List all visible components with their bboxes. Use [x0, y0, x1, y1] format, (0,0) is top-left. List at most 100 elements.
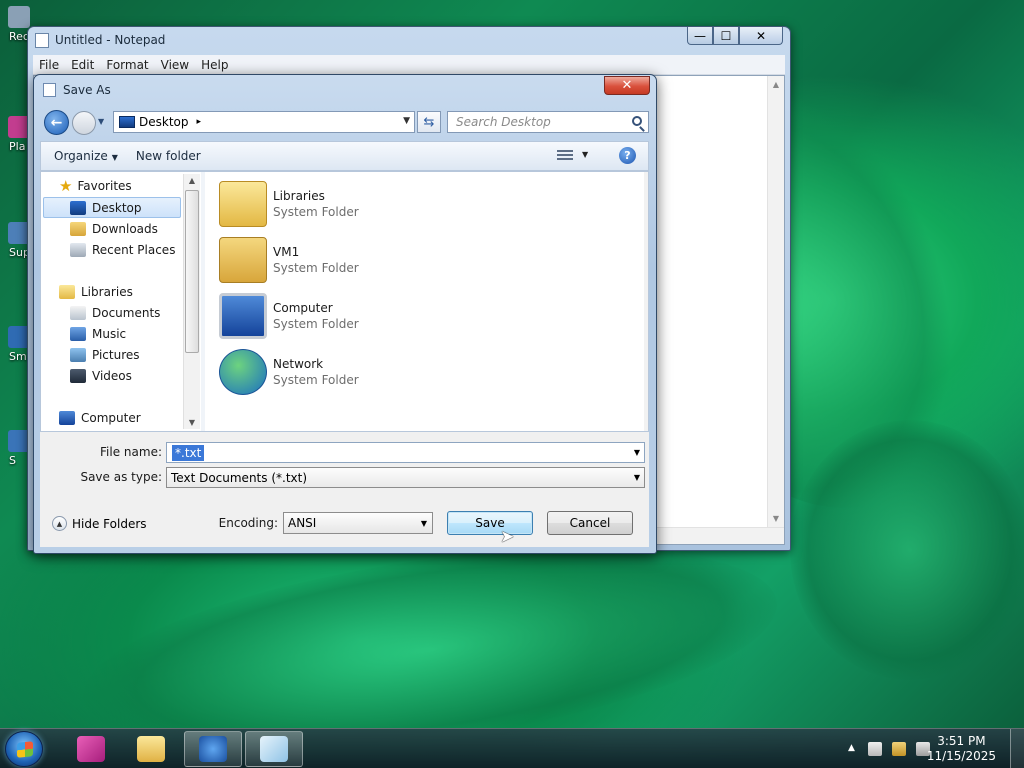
address-dropdown-icon[interactable]: ▼: [403, 116, 410, 126]
downloads-folder-icon: [70, 221, 86, 236]
file-list-scrollbar[interactable]: [644, 172, 648, 431]
nav-item-downloads[interactable]: Downloads: [70, 218, 158, 239]
scroll-up-icon[interactable]: ▲: [768, 80, 784, 89]
nav-item-pictures[interactable]: Pictures: [70, 344, 140, 365]
scroll-up-icon[interactable]: ▲: [184, 176, 200, 185]
search-box[interactable]: [447, 111, 649, 133]
hide-folders-button[interactable]: ▲ Hide Folders: [52, 516, 147, 531]
minimize-button[interactable]: —: [687, 27, 713, 45]
recycle-bin-icon: [8, 6, 30, 28]
navigation-pane: ★ Favorites Desktop Downloads Recent Plac…: [41, 172, 201, 431]
show-hidden-icons[interactable]: ▲: [848, 743, 855, 753]
desktop-icon-recycle-bin[interactable]: Rec: [0, 6, 30, 43]
breadcrumb-arrow-icon[interactable]: ▸: [197, 117, 202, 127]
encoding-label: Encoding:: [218, 516, 278, 530]
desktop-location-icon: [119, 116, 135, 128]
save-as-type-label: Save as type:: [80, 470, 162, 484]
menu-help[interactable]: Help: [195, 58, 234, 72]
menu-file[interactable]: File: [33, 58, 65, 72]
help-icon[interactable]: ?: [619, 147, 636, 164]
back-button[interactable]: ←: [44, 110, 69, 135]
file-item-computer[interactable]: Computer System Folder: [219, 290, 359, 342]
scrollbar-thumb[interactable]: [185, 190, 199, 353]
new-folder-button[interactable]: New folder: [127, 149, 210, 163]
desktop-icon-4[interactable]: Sm: [0, 326, 30, 363]
address-location[interactable]: Desktop: [139, 115, 189, 129]
file-item-network[interactable]: Network System Folder: [219, 346, 359, 398]
taskbar-notepad[interactable]: [245, 731, 303, 767]
computer-icon: [59, 410, 75, 425]
collapse-icon: ▲: [52, 516, 67, 531]
file-name-value[interactable]: *.txt: [172, 445, 205, 461]
nav-computer[interactable]: Computer: [59, 407, 141, 428]
desktop-icon-5[interactable]: S: [0, 430, 30, 467]
save-as-dialog: Save As ✕ ← ▼ Desktop ▸ ▼ ⇆ Organize▼ Ne…: [33, 74, 657, 554]
clock[interactable]: 3:51 PM 11/15/2025: [927, 734, 996, 764]
desktop-icon-2[interactable]: Pla: [0, 116, 30, 153]
taskbar: ▲ 3:51 PM 11/15/2025: [0, 728, 1024, 768]
save-button[interactable]: Save: [447, 511, 533, 535]
taskbar-app-1[interactable]: [62, 731, 120, 767]
menu-format[interactable]: Format: [100, 58, 154, 72]
search-input[interactable]: [448, 112, 618, 132]
recent-pages-dropdown[interactable]: ▼: [98, 117, 104, 126]
pane-splitter[interactable]: [201, 172, 205, 431]
change-view-icon[interactable]: [557, 150, 573, 162]
scroll-down-icon[interactable]: ▼: [184, 418, 200, 427]
search-icon[interactable]: [632, 116, 642, 126]
menu-edit[interactable]: Edit: [65, 58, 100, 72]
encoding-value: ANSI: [288, 516, 317, 530]
recent-places-icon: [70, 242, 86, 257]
start-button[interactable]: [5, 731, 43, 767]
scroll-down-icon[interactable]: ▼: [768, 514, 784, 523]
nav-item-documents[interactable]: Documents: [70, 302, 160, 323]
notepad-menu-bar: File Edit Format View Help: [33, 55, 785, 75]
browser-panes: ★ Favorites Desktop Downloads Recent Plac…: [40, 171, 649, 432]
nav-libraries[interactable]: Libraries: [59, 281, 133, 302]
chevron-down-icon[interactable]: ▼: [634, 473, 640, 482]
vertical-scrollbar[interactable]: ▲ ▼: [767, 76, 784, 527]
forward-button[interactable]: [72, 111, 96, 135]
network-icon: [219, 349, 267, 395]
show-desktop-button[interactable]: [1010, 729, 1024, 768]
back-arrow-icon: ←: [50, 114, 63, 131]
refresh-button[interactable]: ⇆: [417, 111, 441, 133]
file-item-libraries[interactable]: Libraries System Folder: [219, 178, 359, 230]
cancel-button[interactable]: Cancel: [547, 511, 633, 535]
network-icon[interactable]: [892, 742, 906, 756]
folder-icon: [137, 736, 165, 762]
file-name-input[interactable]: *.txt ▼: [166, 442, 645, 463]
address-bar[interactable]: Desktop ▸ ▼: [113, 111, 415, 133]
mouse-cursor-icon: ➤: [500, 527, 515, 547]
nav-item-music[interactable]: Music: [70, 323, 126, 344]
navigation-scrollbar[interactable]: ▲ ▼: [183, 174, 200, 429]
menu-view[interactable]: View: [155, 58, 195, 72]
taskbar-explorer[interactable]: [122, 731, 180, 767]
user-folder-icon: [219, 237, 267, 283]
file-item-vm1[interactable]: VM1 System Folder: [219, 234, 359, 286]
save-as-type-select[interactable]: Text Documents (*.txt) ▼: [166, 467, 645, 488]
close-button[interactable]: ✕: [739, 27, 783, 45]
action-center-icon[interactable]: [868, 742, 882, 756]
nav-favorites[interactable]: ★ Favorites: [59, 175, 132, 196]
nav-item-videos[interactable]: Videos: [70, 365, 132, 386]
command-bar: Organize ▼ New folder ▼ ?: [40, 141, 649, 171]
encoding-select[interactable]: ANSI ▼: [283, 512, 433, 534]
desktop-icon: [70, 200, 86, 215]
desktop-icon-3[interactable]: Sup: [0, 222, 30, 259]
maximize-button[interactable]: ☐: [713, 27, 739, 45]
organize-button[interactable]: Organize ▼: [41, 149, 127, 163]
save-options-area: File name: *.txt ▼ Save as type: Text Do…: [40, 432, 649, 547]
dialog-close-button[interactable]: ✕: [604, 76, 650, 95]
videos-icon: [70, 368, 86, 383]
nav-item-recent-places[interactable]: Recent Places: [70, 239, 175, 260]
computer-icon: [219, 293, 267, 339]
chevron-down-icon[interactable]: ▼: [634, 448, 640, 457]
window-controls: — ☐ ✕: [687, 27, 783, 45]
taskbar-app-3[interactable]: [184, 731, 242, 767]
libraries-icon: [59, 284, 75, 299]
chevron-down-icon[interactable]: ▼: [421, 519, 427, 528]
nav-item-desktop[interactable]: Desktop: [43, 197, 181, 218]
view-options-dropdown[interactable]: ▼: [582, 150, 588, 159]
notepad-title: Untitled - Notepad: [55, 33, 166, 47]
